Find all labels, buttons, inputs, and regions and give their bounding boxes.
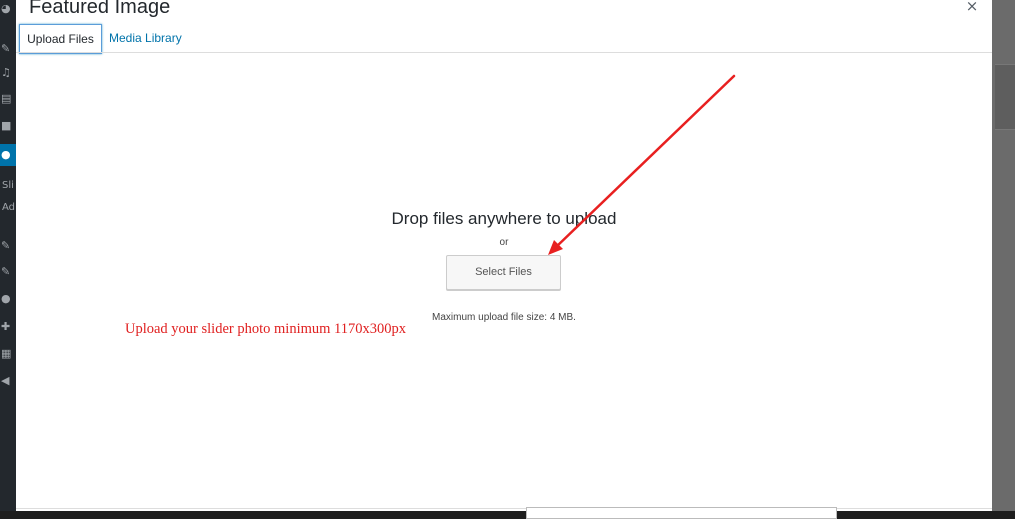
modal-backdrop <box>992 0 1015 511</box>
comments-icon[interactable]: ■ <box>0 119 16 133</box>
annotation-note: Upload your slider photo minimum 1170x30… <box>125 321 406 337</box>
pages-icon[interactable]: ▤ <box>0 92 16 106</box>
sidebar-item-label[interactable]: Ad <box>2 202 15 213</box>
appearance-icon[interactable]: ✎ <box>0 239 16 253</box>
collapse-icon[interactable]: ◀ <box>0 374 16 388</box>
dashboard-icon[interactable]: ◕ <box>0 2 16 16</box>
media-modal: Featured Image × Upload Files Media Libr… <box>16 0 992 519</box>
backdrop-panel <box>995 64 1015 130</box>
media-icon[interactable]: ♫ <box>0 66 16 80</box>
sidebar-item-label[interactable]: Sli <box>2 180 14 191</box>
modal-title: Featured Image <box>29 0 171 18</box>
select-files-button[interactable]: Select Files <box>446 255 561 290</box>
upload-drop-zone[interactable]: Drop files anywhere to upload or Select … <box>16 53 992 508</box>
tab-upload-files[interactable]: Upload Files <box>19 24 102 54</box>
plugins-icon[interactable]: ✎ <box>0 265 16 279</box>
users-icon[interactable]: ● <box>0 148 16 162</box>
tools-icon[interactable]: ✚ <box>0 320 16 334</box>
admin-sidebar: ◕ ✎ ♫ ▤ ■ ● Sli Ad ✎ ✎ ● ✚ ▦ ◀ <box>0 0 16 511</box>
pin-icon[interactable]: ✎ <box>0 42 16 56</box>
close-icon[interactable]: × <box>964 0 980 15</box>
footer-field <box>526 507 837 519</box>
drop-instructions: Drop files anywhere to upload <box>391 209 617 228</box>
settings-icon[interactable]: ▦ <box>0 347 16 361</box>
or-separator: or <box>499 237 509 248</box>
tab-media-library[interactable]: Media Library <box>106 24 185 52</box>
modal-footer-divider <box>16 508 992 509</box>
users-icon[interactable]: ● <box>0 292 16 306</box>
